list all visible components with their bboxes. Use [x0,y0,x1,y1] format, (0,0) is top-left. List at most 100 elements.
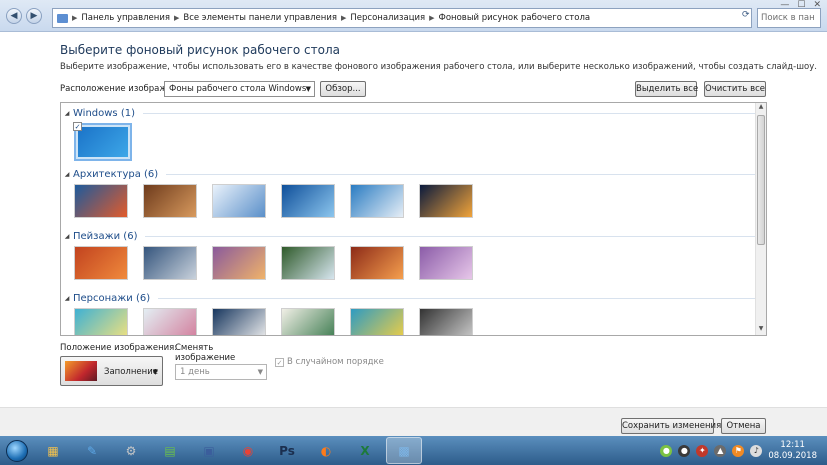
close-icon[interactable]: ✕ [813,0,821,10]
wallpaper-thumbnail[interactable] [74,184,128,218]
tool-icon: ⚙ [125,443,137,458]
save-task[interactable]: ▣ [191,437,227,464]
refresh-icon[interactable]: ⟳ [742,10,750,20]
wallpaper-thumbnail[interactable] [281,184,335,218]
shuffle-checkbox[interactable]: ✓ В случайном порядке [275,357,384,367]
photoshop-icon: Ps [279,443,295,458]
back-button[interactable]: ◀ [6,8,22,24]
chevron-right-icon: ▶ [72,14,78,22]
photoshop-task[interactable]: Ps [269,437,305,464]
notification-flag-icon[interactable]: ⚑ [732,444,745,457]
browse-button[interactable]: Обзор... [320,81,366,97]
tool-task[interactable]: ⚙ [113,437,149,464]
location-select[interactable]: Фоны рабочего стола Windows ▼ [164,81,315,97]
firefox-icon: ◐ [320,443,332,458]
maximize-icon[interactable]: ☐ [797,0,805,10]
scrollbar-thumb[interactable] [757,115,765,245]
wallpaper-thumbnail[interactable] [350,308,404,335]
interval-select[interactable]: 1 день ▼ [175,364,267,380]
group-title: Пейзажи (6) [73,230,138,242]
group-header[interactable]: ◢ Пейзажи (6) [61,230,755,242]
wallpaper-thumbnail[interactable] [419,184,473,218]
chart-task[interactable]: ▤ [152,437,188,464]
breadcrumb-desktop-background[interactable]: Фоновый рисунок рабочего стола [439,13,591,23]
scroll-up-icon[interactable]: ▲ [756,103,766,113]
position-select[interactable]: Заполнение ▼ [60,356,163,386]
wallpaper-thumbnail[interactable] [212,246,266,280]
chevron-down-icon: ▼ [257,368,263,376]
folder-icon [57,13,68,23]
breadcrumb-control-panel[interactable]: Панель управления [81,13,170,23]
volume-icon[interactable]: ♪ [750,444,763,457]
wallpaper-thumbnail[interactable] [419,246,473,280]
cancel-button[interactable]: Отмена [721,418,766,434]
clear-all-button[interactable]: Очистить все [704,81,766,97]
position-preview-image [65,361,97,381]
collapse-triangle-icon[interactable]: ◢ [61,171,73,178]
search-input[interactable]: Поиск в пан [757,8,821,28]
collapse-triangle-icon[interactable]: ◢ [61,295,73,302]
save-icon: ▣ [203,443,215,458]
wallpaper-thumbnail[interactable] [281,246,335,280]
paint-task[interactable]: ✎ [74,437,110,464]
wallpaper-thumbnail[interactable] [212,184,266,218]
save-button[interactable]: Сохранить изменения [621,418,721,434]
excel-task[interactable]: X [347,437,383,464]
group-divider [158,297,755,299]
system-tray: ● ● ✦ ▲ ⚑ ♪ 12:11 08.09.2018 [660,436,827,465]
page-subtitle: Выберите изображение, чтобы использовать… [60,62,817,72]
start-button[interactable] [2,437,32,464]
minimize-icon[interactable]: — [780,0,789,10]
gallery-scrollbar[interactable]: ▲ ▼ [755,103,766,335]
collapse-triangle-icon[interactable]: ◢ [61,233,73,240]
app-tray-icon[interactable]: ● [678,444,691,457]
clock-time: 12:11 [780,439,805,450]
group-divider [166,173,755,175]
tray-icon[interactable]: ▲ [714,444,727,457]
clock[interactable]: 12:11 08.09.2018 [768,440,817,462]
chart-icon: ▤ [164,443,176,458]
wallpaper-thumbnail[interactable] [419,308,473,335]
control-panel-task[interactable]: ▩ [386,437,422,464]
group-header[interactable]: ◢ Архитектура (6) [61,168,755,180]
address-bar-area: ◀ ▶ ▶ Панель управления ▶ Все элементы п… [0,0,827,32]
thumbnail-row: ✓ [73,122,132,161]
wallpaper-thumbnail[interactable] [143,184,197,218]
wallpaper-thumbnail[interactable] [212,308,266,335]
selected-checkbox-icon[interactable]: ✓ [73,122,82,131]
collapse-triangle-icon[interactable]: ◢ [61,110,73,117]
wallpaper-thumbnail[interactable] [281,308,335,335]
group-divider [145,235,755,237]
thumbnail-image [78,127,128,157]
wallpaper-gallery: ▲ ▼ ◢ Windows (1) ✓ ◢ Архитектура (6) ◢ Пейзаж… [60,102,767,336]
thumbnail-row [74,308,473,335]
wallpaper-thumbnail[interactable] [74,246,128,280]
chevron-down-icon: ▼ [305,85,311,93]
wallpaper-thumbnail[interactable] [350,246,404,280]
chrome-task[interactable]: ◉ [230,437,266,464]
paint-icon: ✎ [86,443,98,458]
wallpaper-thumbnail[interactable] [143,308,197,335]
breadcrumb-personalization[interactable]: Персонализация [350,13,425,23]
group-title: Архитектура (6) [73,168,159,180]
group-title: Windows (1) [73,107,135,119]
checkbox-icon: ✓ [275,357,284,367]
wallpaper-thumbnail[interactable] [74,308,128,335]
wallpaper-thumbnail[interactable] [350,184,404,218]
group-header[interactable]: ◢ Windows (1) [61,107,755,119]
control-panel-icon: ▩ [398,443,410,458]
network-status-icon[interactable]: ● [660,444,673,457]
wallpaper-thumbnail[interactable]: ✓ [73,122,132,161]
address-bar[interactable]: ▶ Панель управления ▶ Все элементы панел… [52,8,752,28]
security-icon[interactable]: ✦ [696,444,709,457]
group-header[interactable]: ◢ Персонажи (6) [61,292,755,304]
explorer-task[interactable]: ▦ [35,437,71,464]
firefox-task[interactable]: ◐ [308,437,344,464]
forward-button[interactable]: ▶ [26,8,42,24]
position-label: Положение изображения: [60,343,178,353]
scroll-down-icon[interactable]: ▼ [756,325,766,335]
windows-logo-icon [6,439,28,462]
select-all-button[interactable]: Выделить все [635,81,698,97]
breadcrumb-all-items[interactable]: Все элементы панели управления [183,13,337,23]
wallpaper-thumbnail[interactable] [143,246,197,280]
